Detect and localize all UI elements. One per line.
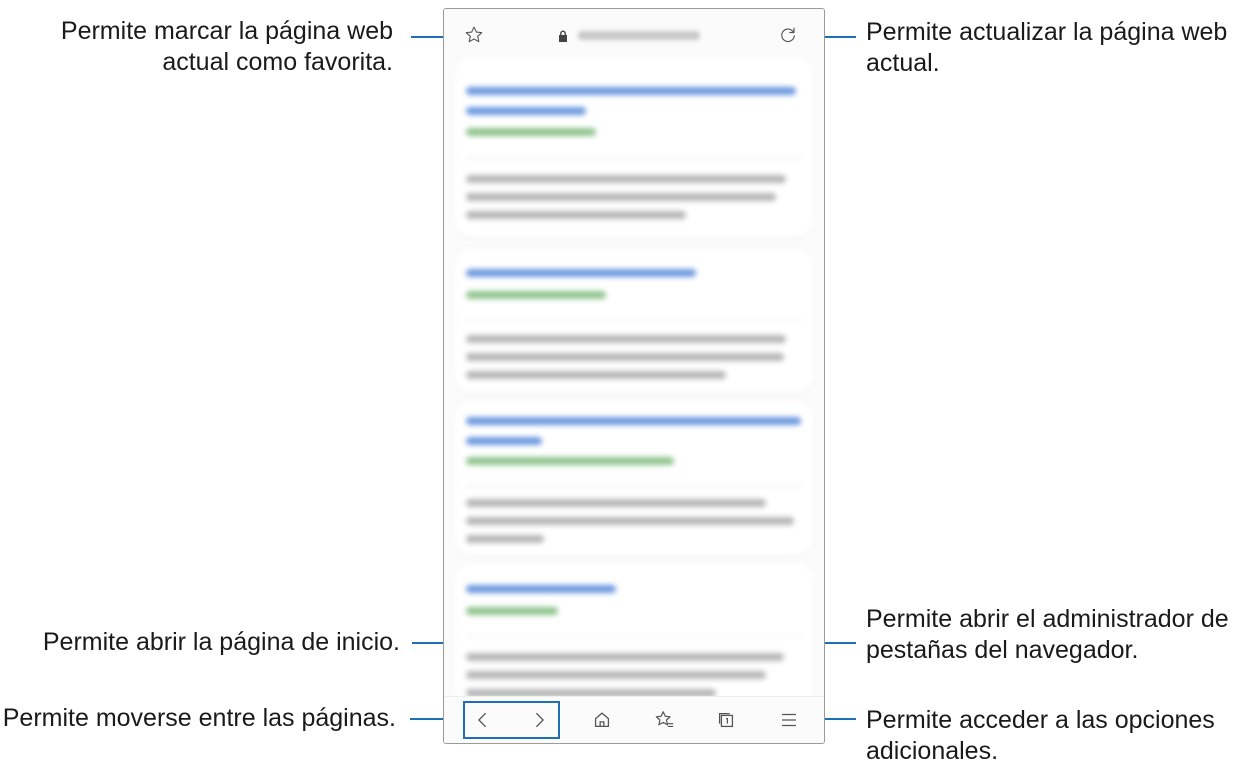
result-card[interactable] — [454, 563, 814, 713]
page-content — [454, 57, 814, 713]
options-callout: Permite acceder a las opciones adicional… — [866, 705, 1215, 767]
home-callout: Permite abrir la página de inicio. — [20, 627, 400, 658]
callout-text: actual. — [866, 49, 940, 77]
callout-text: Permite moverse entre las páginas. — [2, 704, 396, 732]
callout-text: Permite acceder a las opciones — [866, 706, 1215, 734]
callout-text: Permite marcar la página web — [60, 17, 393, 45]
callout-text: adicionales. — [866, 737, 999, 765]
tabs-callout: Permite abrir el administrador de pestañ… — [866, 604, 1229, 666]
callout-text: Permite abrir el administrador de — [866, 605, 1229, 633]
refresh-icon[interactable] — [778, 25, 798, 45]
navigate-callout: Permite moverse entre las páginas. — [0, 703, 396, 734]
bottom-toolbar — [444, 696, 824, 743]
bookmark-callout: Permite marcar la página web actual como… — [40, 16, 393, 78]
refresh-callout: Permite actualizar la página web actual. — [866, 17, 1227, 79]
callout-text: actual como favorita. — [162, 48, 393, 76]
callout-text: pestañas del navegador. — [866, 636, 1139, 664]
forward-icon[interactable] — [528, 709, 550, 731]
url-field[interactable] — [578, 31, 700, 40]
home-icon[interactable] — [591, 709, 613, 731]
bookmarks-icon[interactable] — [654, 709, 676, 731]
tabs-icon[interactable] — [715, 709, 737, 731]
back-icon[interactable] — [472, 709, 494, 731]
result-card[interactable] — [454, 57, 814, 237]
result-card[interactable] — [454, 249, 814, 393]
callout-text: Permite abrir la página de inicio. — [42, 628, 400, 656]
browser-screen — [443, 8, 825, 744]
result-card[interactable] — [454, 401, 814, 555]
menu-icon[interactable] — [778, 709, 800, 731]
address-bar — [444, 9, 824, 63]
lock-icon — [559, 30, 567, 42]
star-icon[interactable] — [464, 25, 484, 45]
callout-text: Permite actualizar la página web — [866, 18, 1228, 46]
